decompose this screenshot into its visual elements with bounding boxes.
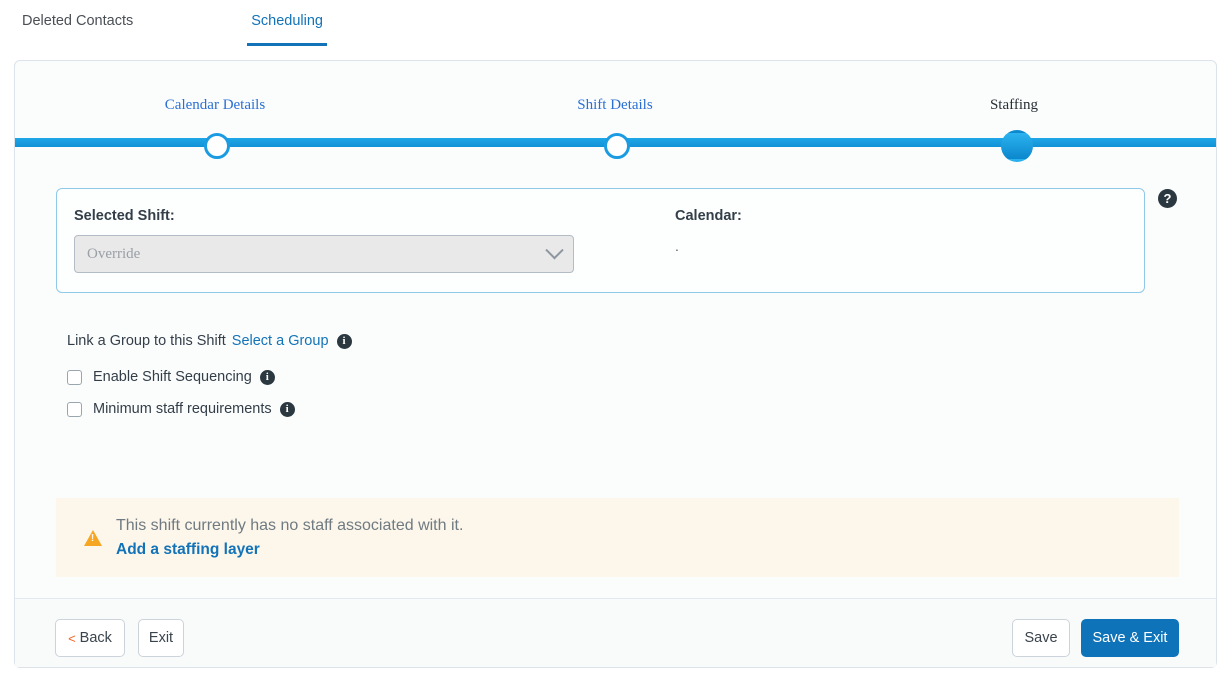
save-button[interactable]: Save xyxy=(1012,619,1070,657)
scheduling-wizard-card: Calendar Details Shift Details Staffing … xyxy=(14,60,1217,668)
help-icon[interactable]: ? xyxy=(1158,189,1177,208)
enable-shift-sequencing-checkbox[interactable] xyxy=(67,370,82,385)
stepper-step-shift-details-label[interactable]: Shift Details xyxy=(515,97,715,114)
enable-shift-sequencing-row: Enable Shift Sequencing i xyxy=(67,369,352,385)
enable-shift-sequencing-info-icon[interactable]: i xyxy=(260,370,275,385)
calendar-column: Calendar: . xyxy=(675,208,1075,254)
warning-triangle-icon xyxy=(84,530,102,546)
select-a-group-link[interactable]: Select a Group xyxy=(232,333,329,349)
minimum-staff-requirements-row: Minimum staff requirements i xyxy=(67,401,352,417)
tab-bar: Deleted Contacts Scheduling xyxy=(0,0,1231,45)
wizard-stepper: Calendar Details Shift Details Staffing xyxy=(15,61,1216,171)
wizard-footer: < Back Exit Save Save & Exit xyxy=(15,599,1216,667)
minimum-staff-requirements-info-icon[interactable]: i xyxy=(280,402,295,417)
add-staffing-layer-link[interactable]: Add a staffing layer xyxy=(116,539,463,561)
exit-button-label: Exit xyxy=(149,630,173,646)
alert-text: This shift currently has no staff associ… xyxy=(116,514,463,562)
back-button[interactable]: < Back xyxy=(55,619,125,657)
minimum-staff-requirements-checkbox[interactable] xyxy=(67,402,82,417)
stepper-step-staffing[interactable]: Staffing xyxy=(914,61,1114,114)
stepper-dot-staffing[interactable] xyxy=(1001,130,1033,162)
enable-shift-sequencing-label: Enable Shift Sequencing xyxy=(93,369,252,385)
alert-message: This shift currently has no staff associ… xyxy=(116,514,463,537)
save-button-label: Save xyxy=(1024,630,1057,646)
save-and-exit-button-label: Save & Exit xyxy=(1093,630,1168,646)
exit-button[interactable]: Exit xyxy=(138,619,184,657)
calendar-value: . xyxy=(675,238,1075,254)
tab-scheduling[interactable]: Scheduling xyxy=(247,0,327,29)
link-group-label: Link a Group to this Shift xyxy=(67,333,226,349)
stepper-step-staffing-label: Staffing xyxy=(914,97,1114,114)
selected-shift-column: Selected Shift: Override xyxy=(74,208,594,273)
calendar-label: Calendar: xyxy=(675,208,1075,224)
selected-shift-label: Selected Shift: xyxy=(74,208,594,224)
stepper-step-calendar-details-label[interactable]: Calendar Details xyxy=(115,97,315,114)
minimum-staff-requirements-label: Minimum staff requirements xyxy=(93,401,272,417)
stepper-dot-calendar-details[interactable] xyxy=(204,133,230,159)
back-chevron-icon: < xyxy=(68,631,76,646)
selected-shift-value: Override xyxy=(87,246,140,263)
back-button-label: Back xyxy=(80,630,112,646)
stepper-step-calendar-details[interactable]: Calendar Details xyxy=(115,61,315,114)
stepper-step-shift-details[interactable]: Shift Details xyxy=(515,61,715,114)
chevron-down-icon xyxy=(545,241,563,259)
link-group-row: Link a Group to this Shift Select a Grou… xyxy=(67,333,352,349)
tab-scheduling-label: Scheduling xyxy=(251,13,323,29)
save-and-exit-button[interactable]: Save & Exit xyxy=(1081,619,1179,657)
selected-shift-select[interactable]: Override xyxy=(74,235,574,273)
tab-deleted-contacts-label: Deleted Contacts xyxy=(22,13,133,29)
selected-shift-panel: Selected Shift: Override Calendar: . xyxy=(56,188,1145,293)
link-group-info-icon[interactable]: i xyxy=(337,334,352,349)
shift-options: Link a Group to this Shift Select a Grou… xyxy=(67,333,352,433)
tab-deleted-contacts[interactable]: Deleted Contacts xyxy=(18,0,137,29)
no-staff-alert: This shift currently has no staff associ… xyxy=(56,498,1179,577)
stepper-dot-shift-details[interactable] xyxy=(604,133,630,159)
tab-active-underline xyxy=(247,43,327,46)
